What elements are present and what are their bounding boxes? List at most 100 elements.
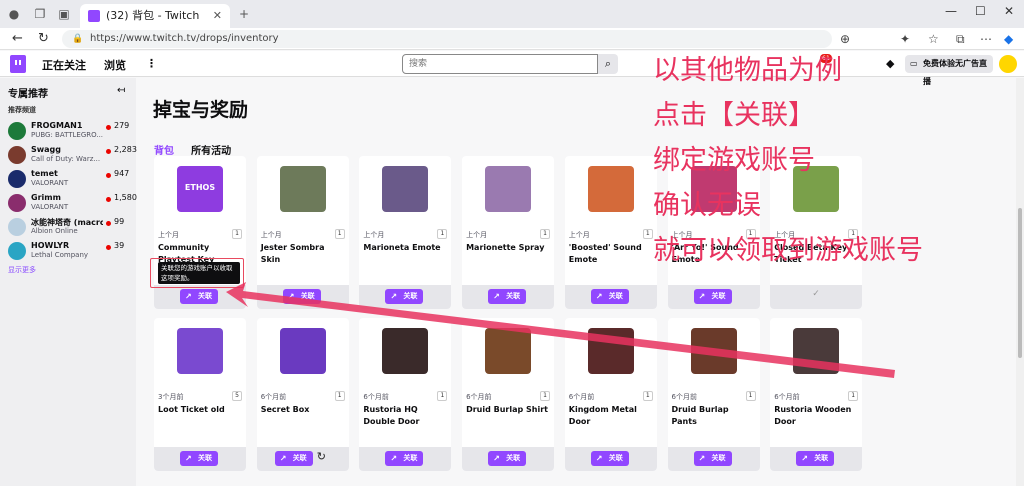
reward-time: 上个月: [260, 231, 282, 239]
reward-card: 6个月前 1 Secret Box 关联 ↻: [256, 318, 349, 471]
profile-icon[interactable]: ●: [6, 6, 22, 22]
search-icon[interactable]: ⌕: [598, 54, 618, 74]
reward-name: Kingdom Metal Door: [568, 405, 637, 426]
card-footer: 关联: [667, 447, 760, 471]
url-text: https://www.twitch.tv/drops/inventory: [90, 33, 279, 44]
reward-time: 3个月前: [158, 393, 184, 401]
link-account-button[interactable]: 关联: [385, 289, 424, 304]
reward-count: 5: [232, 391, 242, 401]
search-input[interactable]: 搜索: [402, 54, 598, 74]
zoom-icon[interactable]: ⊕: [840, 32, 850, 46]
channel-avatar: [8, 242, 26, 260]
claimed-check-icon: ✓: [812, 289, 820, 299]
card-footer: 关联 ↻: [256, 447, 349, 471]
reward-name: Secret Box: [260, 405, 310, 414]
reward-count: 1: [334, 391, 345, 401]
sidebar-channel[interactable]: FROGMAN1 PUBG: BATTLEGRO... 279: [8, 120, 132, 144]
reward-count: 1: [232, 229, 242, 239]
twitch-logo-icon[interactable]: [10, 55, 26, 73]
minimize-icon[interactable]: —: [945, 4, 957, 18]
reward-image: [690, 328, 737, 374]
link-account-button[interactable]: 关联: [693, 451, 732, 466]
sidebar-channel[interactable]: HOWLYR Lethal Company 39: [8, 240, 132, 264]
link-account-button[interactable]: 关联: [274, 451, 313, 466]
reward-card: 上个月 1 Marioneta Emote 关联: [359, 156, 452, 309]
sidebar-channel[interactable]: Swagg Call of Duty: Warz... 2,283: [8, 144, 137, 168]
nav-browse[interactable]: 浏览: [104, 57, 126, 73]
reward-card: 6个月前 1 Rustoria Wooden Door 关联: [770, 318, 863, 471]
annotation-line: 以其他物品为例: [653, 55, 842, 86]
refresh-icon[interactable]: ↻: [38, 31, 49, 46]
viewer-count: 39: [114, 241, 125, 250]
link-account-button[interactable]: 关联: [385, 451, 424, 466]
live-indicator-icon: [106, 245, 111, 250]
reward-name: Druid Burlap Pants: [671, 405, 729, 426]
show-more-link[interactable]: 显示更多: [8, 265, 36, 275]
sidebar-subtitle: 推荐频道: [8, 106, 36, 114]
close-tab-icon[interactable]: ✕: [213, 4, 222, 28]
address-bar-row: ← ↻ 🔒 https://www.twitch.tv/drops/invent…: [0, 28, 1024, 50]
reward-card: 6个月前 1 Rustoria HQ Double Door 关联: [359, 318, 452, 471]
card-footer: 关联: [154, 447, 246, 471]
browser-tab[interactable]: (32) 背包 - Twitch ✕: [80, 4, 230, 28]
reward-name: Marioneta Emote: [363, 243, 441, 252]
link-account-button[interactable]: 关联: [282, 289, 321, 304]
sidebar-channel[interactable]: Grimm VALORANT 1,580: [8, 192, 137, 216]
maximize-icon[interactable]: ☐: [975, 4, 986, 18]
reward-card: 3个月前 5 Loot Ticket old 关联: [154, 318, 246, 471]
reward-image: [485, 166, 532, 212]
favorites-icon[interactable]: ☆: [928, 32, 939, 46]
link-account-button[interactable]: 关联: [180, 451, 218, 466]
reward-name: Druid Burlap Shirt: [466, 405, 548, 414]
page-title: 掉宝与奖励: [153, 99, 249, 121]
more-icon[interactable]: ⋯: [980, 32, 992, 46]
scrollbar-thumb[interactable]: [1018, 208, 1022, 358]
url-field[interactable]: 🔒 https://www.twitch.tv/drops/inventory: [62, 30, 832, 48]
channel-name: HOWLYR: [31, 241, 70, 250]
collapse-sidebar-icon[interactable]: ↤: [117, 85, 125, 96]
reward-name: Loot Ticket old: [158, 405, 225, 414]
nav-following[interactable]: 正在关注: [42, 57, 86, 73]
copilot-icon[interactable]: ◆: [1004, 32, 1013, 46]
scrollbar[interactable]: [1016, 78, 1024, 486]
reward-name: 'Boosted' Sound Emote: [568, 243, 642, 264]
link-account-button[interactable]: 关联: [488, 451, 527, 466]
reward-time: 6个月前: [671, 393, 697, 401]
twitch-favicon-icon: [88, 10, 100, 22]
back-icon[interactable]: ←: [12, 31, 23, 46]
sidebar: 专属推荐 ↤ 推荐频道 FROGMAN1 PUBG: BATTLEGRO... 27…: [0, 78, 137, 486]
new-tab-icon[interactable]: +: [236, 6, 252, 22]
reward-count: 1: [745, 391, 756, 401]
link-account-button[interactable]: 关联: [590, 289, 629, 304]
tab-actions-icon[interactable]: ▣: [56, 6, 72, 22]
viewer-count: 279: [114, 121, 130, 130]
link-account-button[interactable]: 关联: [180, 289, 218, 304]
reward-image: [587, 166, 634, 212]
card-footer: ✓: [770, 285, 863, 309]
card-footer: 关联: [462, 285, 555, 309]
user-avatar[interactable]: [999, 55, 1017, 73]
reward-image-label: ETHOS: [184, 183, 216, 192]
link-account-button[interactable]: 关联: [796, 451, 835, 466]
link-account-button[interactable]: 关联: [590, 451, 629, 466]
reward-count: 1: [437, 391, 448, 401]
link-account-button[interactable]: 关联: [693, 289, 732, 304]
reward-count: 1: [540, 229, 551, 239]
sidebar-channel[interactable]: 冰能神塔奇 (macro...Albion Online99: [8, 216, 132, 240]
reward-image: [382, 328, 429, 374]
channel-avatar: [8, 146, 26, 164]
close-window-icon[interactable]: ✕: [1004, 4, 1014, 18]
sidebar-channel[interactable]: temet VALORANT 947: [8, 168, 132, 192]
collections-icon[interactable]: ⧉: [956, 32, 965, 47]
channel-game: VALORANT: [31, 203, 69, 211]
reward-count: 1: [437, 229, 448, 239]
live-indicator-icon: [106, 173, 111, 178]
more-menu-icon[interactable]: ⋮: [146, 57, 157, 70]
link-account-button[interactable]: 关联: [488, 289, 527, 304]
reward-card: 上个月 1 Marionette Spray 关联: [462, 156, 555, 309]
viewer-count: 99: [114, 217, 125, 226]
refresh-icon[interactable]: ↻: [317, 450, 326, 463]
extensions-icon[interactable]: ✦: [900, 32, 910, 46]
reward-count: 1: [334, 229, 345, 239]
workspaces-icon[interactable]: ❐: [32, 6, 48, 22]
